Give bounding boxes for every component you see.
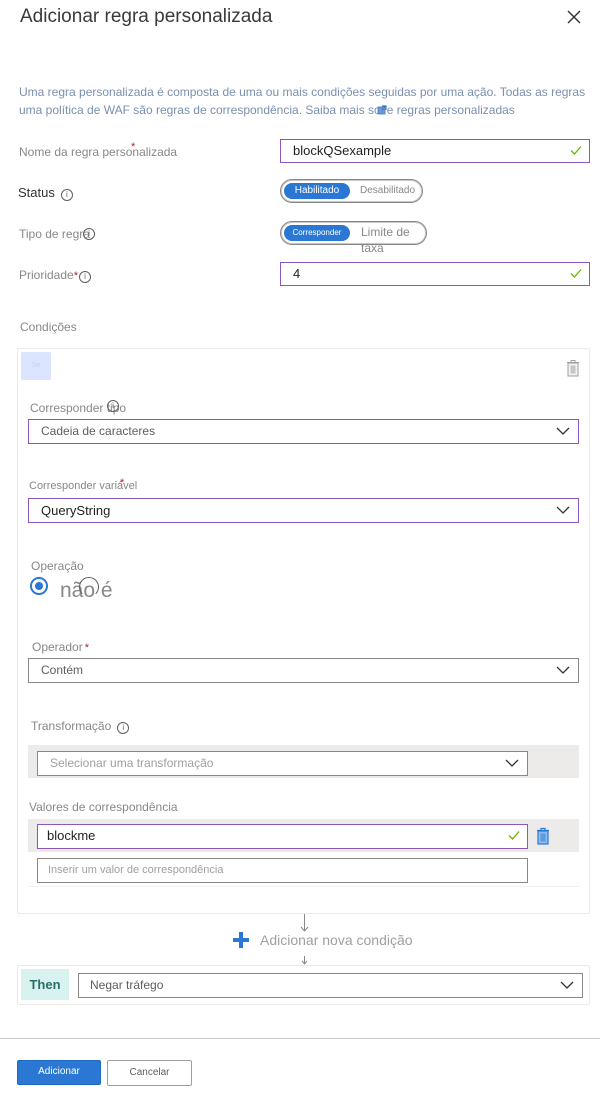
required-asterisk: * [120, 477, 125, 489]
match-values-label: Valores de correspondência [29, 800, 178, 814]
delete-match-value-button[interactable] [536, 827, 550, 845]
transformation-dropdown[interactable]: Selecionar uma transformação [37, 751, 528, 776]
rule-name-input[interactable]: blockQSexample [280, 139, 590, 163]
plus-icon [233, 932, 249, 948]
close-icon [567, 10, 581, 24]
checkmark-icon [570, 146, 582, 155]
operator-label-text: Operador [32, 640, 83, 654]
cancel-button[interactable]: Cancelar [107, 1060, 192, 1086]
match-variable-value: QueryString [41, 503, 111, 518]
delete-condition-button[interactable] [566, 359, 580, 377]
divider [28, 886, 579, 887]
transformation-label: Transformação i [31, 719, 130, 734]
chevron-down-icon [505, 759, 519, 767]
rule-type-toggle[interactable]: Corresponder Limite de taxa [280, 221, 427, 255]
priority-input[interactable]: 4 [280, 262, 590, 286]
chevron-down-icon [556, 427, 570, 435]
transformation-placeholder: Selecionar uma transformação [50, 756, 214, 770]
checkmark-icon [508, 831, 520, 840]
action-dropdown[interactable]: Negar tráfego [78, 973, 583, 998]
info-icon[interactable]: i [83, 228, 95, 240]
info-icon[interactable]: i [78, 271, 91, 283]
chevron-down-icon [560, 981, 574, 989]
priority-value: 4 [293, 266, 301, 281]
info-icon[interactable]: i [107, 400, 119, 412]
description-line-1: Uma regra personalizada é composta de um… [19, 85, 586, 99]
rule-type-label: Tipo de regra [19, 227, 90, 241]
trash-icon [537, 827, 549, 845]
match-type-value: Cadeia de caracteres [41, 424, 156, 438]
close-button[interactable] [563, 6, 585, 28]
transformation-label-text: Transformação [31, 719, 112, 733]
status-option-disabled[interactable]: Desabilitado [360, 183, 415, 199]
operation-label: Operação [31, 559, 84, 573]
rule-type-option-match[interactable]: Corresponder [284, 225, 350, 241]
match-value-text: blockme [47, 828, 96, 843]
add-condition-label: Adicionar nova condição [260, 932, 413, 948]
info-icon[interactable]: i [117, 722, 130, 734]
rule-type-label-text: Tipo de regra [19, 227, 90, 241]
match-value-input[interactable]: blockme [37, 824, 528, 849]
learn-more-link[interactable]: re regras personalizadas [383, 103, 515, 117]
rule-name-label-text: Nome da regra personalizada [19, 145, 178, 159]
status-label: Status i [18, 185, 73, 201]
chevron-down-icon [556, 666, 570, 674]
operator-dropdown[interactable]: Contém [28, 658, 579, 683]
new-match-value-input[interactable]: Inserir um valor de correspondência [37, 858, 528, 883]
status-label-text: Status [18, 185, 55, 200]
description: Uma regra personalizada é composta de um… [19, 83, 600, 119]
rule-type-option-rate-limit[interactable]: Limite de taxa [361, 224, 426, 256]
loading-spinner-icon [79, 577, 99, 597]
description-line-2: uma política de WAF são regras de corres… [19, 101, 600, 119]
description-line-2-text: uma política de WAF são regras de corres… [19, 103, 381, 117]
operation-not-radio[interactable] [30, 577, 48, 595]
status-toggle[interactable]: Habilitado Desabilitado [280, 179, 423, 203]
priority-label: Prioridade* i [19, 268, 91, 283]
if-badge: Se [21, 352, 51, 380]
match-variable-dropdown[interactable]: QueryString [28, 498, 579, 523]
info-icon[interactable]: i [60, 189, 73, 201]
then-badge: Then [21, 969, 69, 1000]
priority-label-text: Prioridade [19, 268, 74, 282]
checkmark-icon [570, 269, 582, 278]
action-value: Negar tráfego [90, 978, 164, 992]
match-type-dropdown[interactable]: Cadeia de caracteres [28, 419, 579, 444]
operator-label: Operador * [32, 640, 89, 654]
required-asterisk: * [73, 270, 78, 282]
conditions-section-label: Condições [20, 320, 77, 334]
operator-value: Contém [41, 663, 84, 677]
rule-name-value: blockQSexample [293, 143, 392, 158]
footer-divider [0, 1038, 600, 1039]
chevron-down-icon [556, 506, 570, 514]
panel-title: Adicionar regra personalizada [20, 6, 273, 27]
add-button[interactable]: Adicionar [17, 1060, 101, 1085]
required-asterisk: * [84, 642, 89, 654]
rule-name-label: Nome da regra personalizada [19, 145, 177, 159]
status-option-enabled[interactable]: Habilitado [284, 183, 350, 199]
trash-icon [567, 360, 579, 377]
required-asterisk: * [131, 141, 136, 153]
